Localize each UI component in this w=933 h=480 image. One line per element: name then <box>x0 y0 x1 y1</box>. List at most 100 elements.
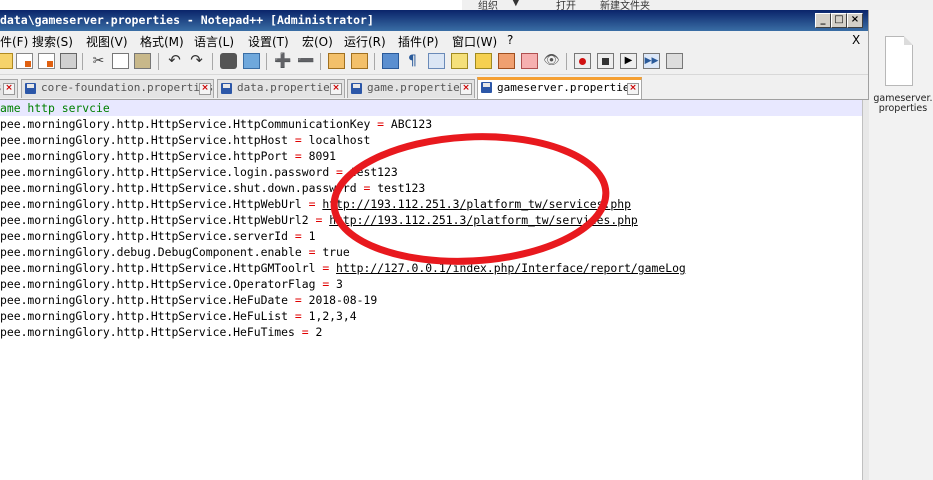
title-bar[interactable]: data\gameserver.properties - Notepad++ [… <box>0 10 868 31</box>
doc-map-icon[interactable] <box>451 53 468 69</box>
run-macro-multiple-icon[interactable]: ▶▶ <box>643 53 660 69</box>
save-icon <box>25 83 36 94</box>
close-document-button[interactable]: X <box>852 33 860 47</box>
property-value: test123 <box>349 165 398 179</box>
property-key: pee.morningGlory.http.HttpService.shut.d… <box>0 181 357 195</box>
property-line[interactable]: pee.morningGlory.http.HttpService.httpHo… <box>0 132 370 148</box>
replace-icon[interactable] <box>243 53 260 69</box>
equals-operator: = <box>288 293 309 307</box>
tab-gameserver[interactable]: gameserver.properties × <box>477 77 642 99</box>
property-line[interactable]: pee.morningGlory.http.HttpService.server… <box>0 228 315 244</box>
property-line[interactable]: pee.morningGlory.http.HttpService.HttpWe… <box>0 196 631 212</box>
close-tab-icon[interactable]: × <box>199 83 211 95</box>
indent-guide-icon[interactable] <box>428 53 445 69</box>
zoom-in-icon[interactable]: ➕ <box>274 53 291 69</box>
record-macro-icon[interactable] <box>574 53 591 69</box>
menu-settings[interactable]: 设置(T) <box>248 33 289 50</box>
property-value: test123 <box>377 181 426 195</box>
tab-data[interactable]: data.properties × <box>217 79 345 98</box>
menu-view[interactable]: 视图(V) <box>86 33 128 50</box>
save-icon <box>221 83 232 94</box>
menu-plugins[interactable]: 插件(P) <box>398 33 439 50</box>
property-key: pee.morningGlory.http.HttpService.Operat… <box>0 277 316 291</box>
equals-operator: = <box>288 309 309 323</box>
document-icon[interactable] <box>885 36 913 86</box>
vertical-scrollbar[interactable] <box>862 100 869 480</box>
cut-icon[interactable]: ✂ <box>90 53 107 69</box>
undo-icon[interactable]: ↶ <box>166 53 183 69</box>
close-tab-icon[interactable]: × <box>460 83 472 95</box>
notepad-window: data\gameserver.properties - Notepad++ [… <box>0 10 869 480</box>
tab-label: core-foundation.properties <box>41 81 214 94</box>
menu-help[interactable]: ? <box>507 33 513 47</box>
close-tab-icon[interactable]: × <box>3 83 15 95</box>
equals-operator: = <box>288 149 309 163</box>
property-key: pee.morningGlory.http.HttpService.httpPo… <box>0 149 289 163</box>
property-url[interactable]: http://193.112.251.3/platform_tw/service… <box>329 213 638 227</box>
tab-label: gameserver.properties <box>497 81 637 94</box>
file-label[interactable]: gameserver.properties <box>873 94 933 114</box>
toolbar: ✂ ↶ ↷ ➕ ➖ ¶ 👁 ▶ ▶▶ <box>0 50 868 75</box>
property-line[interactable]: pee.morningGlory.http.HttpService.login.… <box>0 164 398 180</box>
zoom-out-icon[interactable]: ➖ <box>297 53 314 69</box>
chevron-down-icon[interactable]: ▼ <box>512 0 520 8</box>
print-icon[interactable] <box>60 53 77 69</box>
close-button[interactable]: × <box>847 13 863 28</box>
menu-format[interactable]: 格式(M) <box>140 33 184 50</box>
save-icon[interactable] <box>16 53 33 69</box>
menu-search[interactable]: 搜索(S) <box>32 33 73 50</box>
copy-icon[interactable] <box>112 53 129 69</box>
paste-icon[interactable] <box>134 53 151 69</box>
comment-line[interactable]: ame http servcie <box>0 100 862 116</box>
property-line[interactable]: pee.morningGlory.http.HttpService.httpPo… <box>0 148 336 164</box>
close-tab-icon[interactable]: × <box>330 83 342 95</box>
redo-icon[interactable]: ↷ <box>188 53 205 69</box>
property-url[interactable]: http://193.112.251.3/platform_tw/service… <box>322 197 631 211</box>
property-url[interactable]: http://127.0.0.1/index.php/Interface/rep… <box>336 261 686 275</box>
property-value: 2018-08-19 <box>308 293 378 307</box>
menu-window[interactable]: 窗口(W) <box>452 33 497 50</box>
property-line[interactable]: pee.morningGlory.http.HttpService.shut.d… <box>0 180 425 196</box>
function-list-icon[interactable] <box>475 53 492 69</box>
property-line[interactable]: pee.morningGlory.http.HttpService.HeFuTi… <box>0 324 322 340</box>
maximize-button[interactable]: □ <box>831 13 847 28</box>
property-key: pee.morningGlory.http.HttpService.HttpCo… <box>0 117 371 131</box>
property-line[interactable]: pee.morningGlory.http.HttpService.Operat… <box>0 276 343 292</box>
sync-horizontal-icon[interactable] <box>351 53 368 69</box>
text-editor[interactable]: ame http servcie pee.morningGlory.http.Ht… <box>0 100 862 480</box>
tab-game[interactable]: game.properties × <box>347 79 475 98</box>
find-icon[interactable] <box>220 53 237 69</box>
property-value: 3 <box>336 277 343 291</box>
save-macro-icon[interactable] <box>666 53 683 69</box>
tab-hidden[interactable]: s × <box>0 79 18 98</box>
monitoring-icon[interactable] <box>521 53 538 69</box>
open-file-icon[interactable] <box>0 53 13 69</box>
tab-core-foundation[interactable]: core-foundation.properties × <box>21 79 214 98</box>
equals-operator: = <box>288 229 309 243</box>
eye-icon[interactable]: 👁 <box>543 53 560 69</box>
save-all-icon[interactable] <box>38 53 55 69</box>
property-line[interactable]: pee.morningGlory.debug.DebugComponent.en… <box>0 244 350 260</box>
property-line[interactable]: pee.morningGlory.http.HttpService.HttpWe… <box>0 212 638 228</box>
close-tab-icon[interactable]: × <box>627 83 639 95</box>
play-macro-icon[interactable]: ▶ <box>620 53 637 69</box>
sync-vertical-icon[interactable] <box>328 53 345 69</box>
property-line[interactable]: pee.morningGlory.http.HttpService.HttpGM… <box>0 260 686 276</box>
menu-macro[interactable]: 宏(O) <box>302 33 333 50</box>
property-line[interactable]: pee.morningGlory.http.HttpService.HeFuLi… <box>0 308 357 324</box>
equals-operator: = <box>288 133 309 147</box>
menu-file[interactable]: 件(F) <box>0 33 28 50</box>
menu-language[interactable]: 语言(L) <box>194 33 234 50</box>
property-key: pee.morningGlory.http.HttpService.HeFuLi… <box>0 309 289 323</box>
show-all-chars-icon[interactable]: ¶ <box>404 53 421 69</box>
menu-run[interactable]: 运行(R) <box>344 33 386 50</box>
comment-text: ame http servcie <box>0 101 110 115</box>
stop-macro-icon[interactable] <box>597 53 614 69</box>
property-line[interactable]: pee.morningGlory.http.HttpService.HeFuDa… <box>0 292 377 308</box>
minimize-button[interactable]: _ <box>815 13 831 28</box>
property-line[interactable]: pee.morningGlory.http.HttpService.HttpCo… <box>0 116 432 132</box>
word-wrap-icon[interactable] <box>382 53 399 69</box>
equals-operator: = <box>294 325 316 339</box>
property-value: 2 <box>315 325 323 339</box>
folder-workspace-icon[interactable] <box>498 53 515 69</box>
